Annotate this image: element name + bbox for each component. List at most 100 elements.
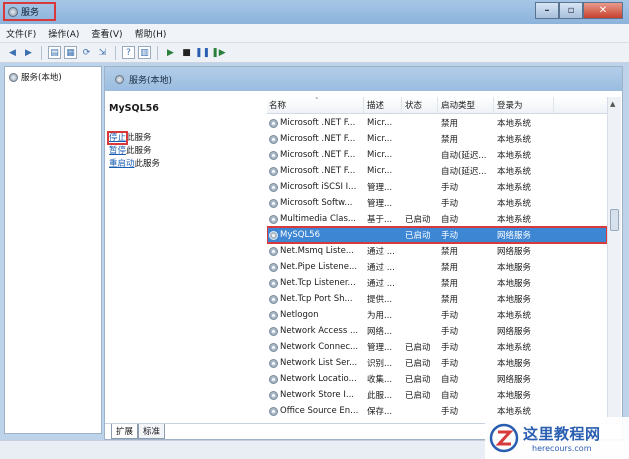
service-log-on-as-cell: 本地服务 — [497, 391, 532, 401]
service-startup-type-cell: 禁用 — [441, 135, 459, 145]
table-row[interactable]: Microsoft .NET F... Micr... 禁用 本地系统 — [267, 115, 607, 131]
service-gear-icon — [269, 182, 278, 192]
service-startup-type-cell: 禁用 — [441, 295, 459, 305]
service-description-cell: 保存... — [367, 407, 393, 417]
service-name-cell: Network Access ... — [267, 326, 364, 336]
console-tree-icon[interactable]: ▤ — [48, 46, 61, 59]
window-controls: – ▫ ✕ — [535, 2, 623, 19]
action-suffix: 此服务 — [126, 133, 152, 143]
table-row-selected[interactable]: MySQL56 已启动 手动 网络服务 — [267, 226, 607, 244]
service-name: Net.Msmq Liste... — [280, 246, 354, 256]
table-header: 名称 ˄ 描述 状态 启动类型 登录为 — [267, 97, 607, 114]
forward-arrow-icon[interactable]: ▶ — [22, 46, 35, 59]
table-row[interactable]: Network Access ... 网络... 手动 网络服务 — [267, 323, 607, 339]
service-name: Net.Tcp Port Sh... — [280, 294, 353, 304]
minimize-button[interactable]: – — [535, 2, 559, 19]
pause-service-icon[interactable]: ❚❚ — [195, 46, 210, 59]
service-gear-icon — [269, 294, 278, 304]
stop-service-icon[interactable]: ■ — [180, 46, 193, 59]
table-row[interactable]: Net.Msmq Liste... 通过 ... 禁用 网络服务 — [267, 243, 607, 259]
service-log-on-as-cell: 网络服务 — [497, 231, 532, 241]
service-gear-icon — [269, 230, 278, 240]
service-log-on-as-cell: 本地系统 — [497, 311, 532, 321]
column-header-status[interactable]: 状态 — [402, 97, 438, 113]
service-name-cell: Network Locatio... — [267, 374, 364, 384]
service-description-cell: 管理... — [367, 183, 393, 193]
scrollbar-thumb[interactable] — [610, 209, 619, 231]
menu-view[interactable]: 查看(V) — [91, 27, 122, 40]
table-row[interactable]: Microsoft .NET F... Micr... 自动(延迟... 本地系统 — [267, 147, 607, 163]
service-log-on-as-cell: 网络服务 — [497, 375, 532, 385]
tree-item-services-local[interactable]: 服务(本地) — [9, 71, 62, 83]
toolbar-separator — [41, 45, 42, 60]
table-row[interactable]: Microsoft .NET F... Micr... 禁用 本地系统 — [267, 131, 607, 147]
service-startup-type-cell: 禁用 — [441, 263, 459, 273]
table-row[interactable]: Microsoft iSCSI I... 管理... 手动 本地系统 — [267, 179, 607, 195]
service-name-cell: Microsoft Softw... — [267, 198, 364, 208]
maximize-button[interactable]: ▫ — [559, 2, 583, 19]
table-row[interactable]: Network Locatio... 收集... 已启动 自动 网络服务 — [267, 371, 607, 387]
service-description-cell: 管理... — [367, 343, 393, 353]
show-pane-icon[interactable]: ▥ — [138, 46, 151, 59]
table-row[interactable]: Multimedia Clas... 基于... 已启动 自动 本地系统 — [267, 211, 607, 227]
service-description-cell: 网络... — [367, 327, 393, 337]
service-name-cell: Netlogon — [267, 310, 364, 320]
tab-standard[interactable]: 标准 — [138, 424, 166, 439]
start-service-icon[interactable]: ▶ — [164, 46, 177, 59]
table-row[interactable]: Microsoft .NET F... Micr... 自动(延迟... 本地系统 — [267, 163, 607, 179]
service-name: Microsoft iSCSI I... — [280, 182, 357, 192]
service-description-cell: 此服... — [367, 391, 393, 401]
table-row[interactable]: Net.Tcp Port Sh... 提供... 禁用 本地服务 — [267, 291, 607, 307]
restart-service-link[interactable]: 重启动 — [109, 159, 135, 169]
table-row[interactable]: Network Connec... 管理... 已启动 手动 本地系统 — [267, 339, 607, 355]
service-name: Microsoft .NET F... — [280, 166, 356, 176]
service-startup-type-cell: 手动 — [441, 199, 459, 209]
tab-extended[interactable]: 扩展 — [111, 424, 139, 439]
export-list-icon[interactable]: ⇲ — [96, 46, 109, 59]
properties-icon[interactable]: ▦ — [64, 46, 77, 59]
service-gear-icon — [269, 150, 278, 160]
restart-service-icon[interactable]: ❚▶ — [211, 46, 225, 59]
close-button[interactable]: ✕ — [583, 2, 623, 19]
refresh-icon[interactable]: ⟳ — [80, 46, 93, 59]
column-header-description[interactable]: 描述 — [364, 97, 402, 113]
selected-service-name: MySQL56 — [109, 103, 159, 114]
service-name: Multimedia Clas... — [280, 214, 356, 224]
service-description-cell: Micr... — [367, 118, 393, 128]
service-status-cell: 已启动 — [405, 231, 431, 241]
stop-service-link[interactable]: 停止 — [106, 131, 129, 145]
service-log-on-as-cell: 本地系统 — [497, 151, 532, 161]
help-icon[interactable]: ? — [122, 46, 135, 59]
menu-action[interactable]: 操作(A) — [48, 27, 79, 40]
service-gear-icon — [269, 214, 278, 224]
service-name-cell: Microsoft .NET F... — [267, 134, 364, 144]
column-header-log-on-as[interactable]: 登录为 — [494, 97, 554, 113]
back-arrow-icon[interactable]: ◀ — [6, 46, 19, 59]
service-status-cell: 已启动 — [405, 359, 431, 369]
menu-file[interactable]: 文件(F) — [6, 27, 36, 40]
menu-help[interactable]: 帮助(H) — [135, 27, 167, 40]
table-row[interactable]: Netlogon 为用... 手动 本地系统 — [267, 307, 607, 323]
vertical-scrollbar[interactable]: ▲ — [607, 97, 621, 423]
table-row[interactable]: Net.Tcp Listener... 通过 ... 禁用 本地服务 — [267, 275, 607, 291]
table-row[interactable]: Network List Ser... 识别... 已启动 手动 本地服务 — [267, 355, 607, 371]
service-description-cell: Micr... — [367, 166, 393, 176]
services-icon — [115, 74, 124, 84]
pause-service-link[interactable]: 暂停 — [109, 146, 126, 156]
column-header-name[interactable]: 名称 ˄ — [267, 97, 364, 113]
service-description-cell: 通过 ... — [367, 247, 395, 257]
window-title-box: 服务 — [3, 2, 56, 21]
services-icon — [9, 72, 18, 82]
table-row[interactable]: Network Store I... 此服... 已启动 自动 本地服务 — [267, 387, 607, 403]
window-title: 服务 — [21, 8, 40, 18]
service-status-cell: 已启动 — [405, 375, 431, 385]
table-row[interactable]: Microsoft Softw... 管理... 手动 本地系统 — [267, 195, 607, 211]
scroll-up-arrow-icon[interactable]: ▲ — [610, 100, 615, 108]
watermark-url: herecours.com — [532, 444, 592, 453]
table-row[interactable]: Net.Pipe Listene... 通过 ... 禁用 本地服务 — [267, 259, 607, 275]
services-table: 名称 ˄ 描述 状态 启动类型 登录为 Microsoft .NET F... M… — [267, 97, 607, 423]
service-log-on-as-cell: 本地服务 — [497, 279, 532, 289]
service-gear-icon — [269, 326, 278, 336]
column-header-startup-type[interactable]: 启动类型 — [438, 97, 494, 113]
watermark-z-icon — [489, 423, 519, 453]
